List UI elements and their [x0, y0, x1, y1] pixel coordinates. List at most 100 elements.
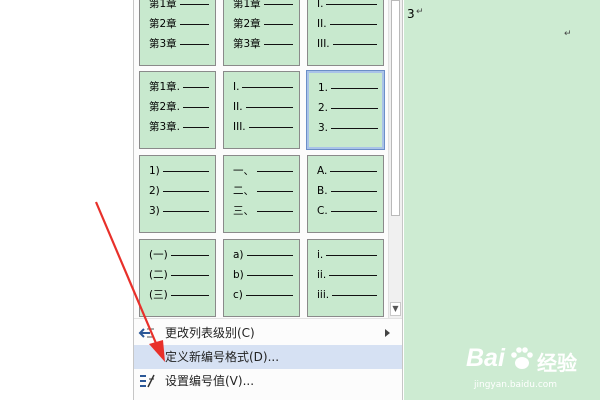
tile-text-line	[263, 43, 293, 45]
tile-text-line	[326, 254, 378, 256]
tile-text-line	[170, 254, 209, 256]
tile-number-row: 2)	[149, 184, 209, 198]
numbering-dropdown: 第1章 第2章 第3章 第1章 第2章 第3章 I. II. III. 第1章. 第2章. 第3章. I…	[133, 0, 403, 400]
change-list-level-label: 更改列表级别(C)	[165, 326, 255, 340]
numbering-format-tile[interactable]: i. ii. iii.	[307, 239, 384, 317]
tile-number-row: ii.	[317, 268, 378, 282]
tile-text-line	[170, 294, 209, 296]
tile-number-label: 第1章	[149, 0, 177, 10]
numbering-format-tile[interactable]: 第1章第2章第3章	[223, 0, 300, 66]
tile-number-label: 三、	[233, 205, 254, 217]
tile-number-label: A.	[317, 165, 328, 177]
change-list-level-menu-item[interactable]: 更改列表级别(C)	[134, 321, 402, 345]
tile-number-label: 一、	[233, 165, 254, 177]
set-numbering-value-menu-item[interactable]: 设置编号值(V)...	[134, 369, 402, 393]
tile-number-label: (三)	[149, 289, 168, 301]
numbering-format-tile[interactable]: 第1章 第2章 第3章	[139, 0, 216, 66]
scrollbar-thumb[interactable]	[391, 0, 400, 216]
tile-text-line	[179, 43, 209, 45]
tile-number-row: 1)	[149, 164, 209, 178]
document-text: 3	[407, 7, 415, 21]
tile-number-label: c)	[233, 289, 243, 301]
tile-number-row: 2.	[318, 101, 379, 115]
tile-number-row: 第2章	[233, 17, 293, 31]
numbering-format-tile[interactable]: I. II. III.	[307, 0, 384, 66]
tile-text-line	[263, 23, 293, 25]
gallery-scrollbar[interactable]: ▼	[388, 0, 402, 318]
tile-text-line	[257, 190, 293, 192]
tile-text-line	[332, 43, 377, 45]
tile-number-row: III.	[233, 120, 293, 134]
tile-number-row: (三)	[149, 288, 209, 302]
tile-number-row: iii.	[317, 288, 378, 302]
tile-number-label: 第3章.	[149, 121, 181, 133]
tile-number-row: III.	[317, 37, 377, 51]
tile-number-row: c)	[233, 288, 293, 302]
tile-number-label: 1.	[318, 82, 329, 94]
menu-separator	[134, 318, 402, 319]
tile-number-row: a)	[233, 248, 293, 262]
tile-text-line	[246, 274, 293, 276]
tile-number-label: b)	[233, 269, 244, 281]
tile-text-line	[332, 294, 378, 296]
define-format-icon	[138, 349, 156, 365]
define-new-number-format-label: 定义新编号格式(D)...	[165, 350, 280, 364]
tile-number-label: a)	[233, 249, 244, 261]
numbering-format-tile[interactable]: a) b) c)	[223, 239, 300, 317]
define-new-number-format-menu-item[interactable]: 定义新编号格式(D)...	[134, 345, 402, 369]
tile-number-label: 第2章	[149, 18, 177, 30]
tile-number-row: b)	[233, 268, 293, 282]
tile-text-line	[331, 107, 379, 109]
tile-number-label: II.	[233, 101, 243, 113]
tile-text-line	[179, 23, 209, 25]
tile-number-row: 第1章	[149, 0, 209, 11]
tile-text-line	[245, 294, 293, 296]
tile-number-row: I.	[317, 0, 378, 11]
tile-number-label: 第1章.	[149, 81, 181, 93]
tile-text-line	[248, 126, 293, 128]
tile-number-row: 3.	[318, 121, 379, 135]
tile-number-row: 第1章	[233, 0, 293, 11]
numbering-format-tile[interactable]: 1) 2) 3)	[139, 155, 216, 233]
set-numbering-value-label: 设置编号值(V)...	[165, 374, 255, 388]
document-page[interactable]: 3 ↵ ↵	[404, 0, 600, 400]
tile-text-line	[263, 3, 293, 5]
tile-text-line	[330, 170, 378, 172]
tile-number-label: 第3章	[233, 38, 261, 50]
set-numbering-value-icon	[138, 373, 156, 389]
tile-text-line	[331, 127, 379, 129]
tile-number-row: i.	[317, 248, 378, 262]
tile-number-label: (一)	[149, 249, 168, 261]
tile-text-line	[257, 210, 293, 212]
numbering-format-tile[interactable]: A. B. C.	[307, 155, 384, 233]
tile-text-line	[329, 274, 378, 276]
numbering-format-tile[interactable]: I. II. III.	[223, 71, 300, 149]
tile-number-label: C.	[317, 205, 328, 217]
tile-number-row: 二、	[233, 184, 293, 198]
tile-number-label: III.	[233, 121, 246, 133]
tile-number-row: II.	[233, 100, 293, 114]
tile-number-label: iii.	[317, 289, 330, 301]
list-level-icon	[138, 325, 156, 341]
tile-number-label: B.	[317, 185, 328, 197]
numbering-format-tile[interactable]: (一) (二) (三)	[139, 239, 216, 317]
tile-number-label: 3)	[149, 205, 160, 217]
numbering-library-gallery: 第1章 第2章 第3章 第1章 第2章 第3章 I. II. III. 第1章. 第2章. 第3章. I…	[134, 0, 388, 318]
tile-text-line	[330, 190, 377, 192]
tile-number-label: 1)	[149, 165, 160, 177]
scroll-down-button[interactable]: ▼	[390, 302, 401, 316]
tile-number-row: 第3章	[233, 37, 293, 51]
tile-text-line	[245, 106, 293, 108]
tile-number-label: ii.	[317, 269, 327, 281]
submenu-arrow-icon	[385, 329, 390, 337]
tile-text-line	[170, 274, 209, 276]
tile-text-line	[246, 254, 293, 256]
tile-number-row: B.	[317, 184, 377, 198]
tile-number-row: (一)	[149, 248, 209, 262]
tile-text-line	[183, 106, 210, 108]
numbering-format-tile[interactable]: 第1章. 第2章. 第3章.	[139, 71, 216, 149]
numbering-format-tile[interactable]: 1. 2. 3.	[306, 70, 385, 150]
tile-number-label: 第1章	[233, 0, 261, 10]
numbering-format-tile[interactable]: 一、 二、 三、	[223, 155, 300, 233]
tile-number-row: 3)	[149, 204, 209, 218]
